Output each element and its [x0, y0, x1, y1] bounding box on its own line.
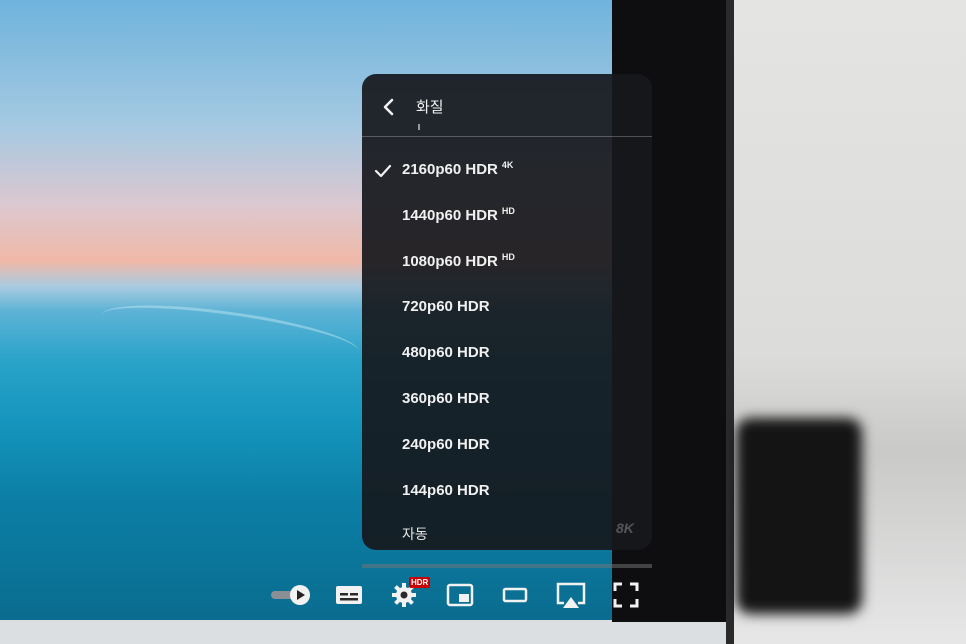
quality-badge: 4K — [501, 160, 514, 170]
quality-option-480p60[interactable]: 480p60 HDR — [362, 332, 652, 378]
quality-option-auto[interactable]: 자동 — [362, 518, 652, 550]
screen-bottom-strip — [0, 620, 732, 644]
faded-8k-tag: 8K — [616, 520, 634, 536]
quality-option-label: 1440p60 HDR HD — [402, 206, 515, 224]
quality-menu: 화질 2160p60 HDR 4K 1440p60 HDR HD 1080p60 H… — [362, 74, 652, 550]
airplay-icon[interactable] — [555, 581, 587, 611]
quality-option-144p60[interactable]: 144p60 HDR — [362, 470, 652, 516]
miniplayer-icon[interactable] — [446, 583, 474, 607]
quality-badge: HD — [501, 252, 515, 262]
checkmark-icon — [374, 162, 392, 180]
ocean-wave — [98, 294, 362, 373]
quality-option-label: 자동 — [402, 526, 428, 542]
blurred-object — [736, 418, 862, 614]
quality-menu-header: 화질 — [362, 74, 652, 137]
quality-options-list: 2160p60 HDR 4K 1440p60 HDR HD 1080p60 HDR H… — [362, 148, 652, 516]
quality-option-360p60[interactable]: 360p60 HDR — [362, 378, 652, 424]
quality-menu-title: 화질 — [416, 99, 444, 116]
player-controls — [0, 572, 660, 618]
quality-option-1440p60[interactable]: 1440p60 HDR HD — [362, 194, 652, 240]
theater-mode-icon[interactable] — [502, 586, 528, 604]
back-arrow-icon[interactable] — [378, 96, 400, 118]
quality-option-label: 1080p60 HDR HD — [402, 252, 515, 270]
quality-option-label: 360p60 HDR — [402, 390, 490, 407]
scroll-indicator — [418, 124, 420, 130]
hdr-badge: HDR — [409, 577, 431, 588]
progress-bar[interactable] — [362, 564, 652, 568]
quality-option-label: 144p60 HDR — [402, 482, 490, 499]
quality-option-720p60[interactable]: 720p60 HDR — [362, 286, 652, 332]
autoplay-toggle-icon[interactable] — [270, 584, 312, 606]
monitor-edge — [726, 0, 734, 644]
quality-option-1080p60[interactable]: 1080p60 HDR HD — [362, 240, 652, 286]
quality-option-2160p60[interactable]: 2160p60 HDR 4K — [362, 148, 652, 194]
quality-option-label: 2160p60 HDR 4K — [402, 160, 514, 178]
quality-option-240p60[interactable]: 240p60 HDR — [362, 424, 652, 470]
fullscreen-icon[interactable] — [613, 582, 639, 608]
quality-option-label: 480p60 HDR — [402, 344, 490, 361]
quality-badge: HD — [501, 206, 515, 216]
quality-option-label: 720p60 HDR — [402, 298, 490, 315]
subtitles-icon[interactable] — [335, 584, 363, 606]
quality-option-label: 240p60 HDR — [402, 436, 490, 453]
